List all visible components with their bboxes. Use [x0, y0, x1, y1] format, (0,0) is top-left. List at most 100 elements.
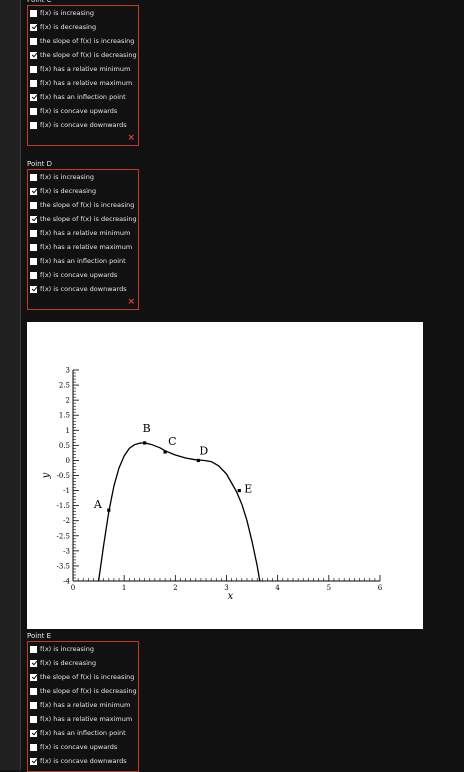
- option-row[interactable]: f(x) is concave downwards: [28, 754, 138, 768]
- x-axis-label: x: [228, 591, 234, 602]
- option-row[interactable]: the slope of f(x) is increasing: [28, 198, 138, 212]
- checkbox-checked[interactable]: [30, 673, 37, 681]
- option-label: f(x) is increasing: [40, 645, 94, 653]
- option-row[interactable]: f(x) has an inflection point: [28, 254, 138, 268]
- x-tick-label: 1: [122, 584, 126, 592]
- x-tick-label: 2: [173, 584, 177, 592]
- option-label: f(x) is concave downwards: [40, 757, 127, 765]
- question-label-2: Point D: [27, 160, 52, 168]
- checkbox[interactable]: [30, 243, 37, 251]
- option-row[interactable]: f(x) is increasing: [28, 6, 138, 20]
- point-label-b: B: [143, 422, 151, 435]
- checkbox-checked[interactable]: [30, 215, 37, 223]
- option-row[interactable]: f(x) is concave upwards: [28, 268, 138, 282]
- checkbox[interactable]: [30, 107, 37, 115]
- left-margin-divider: [20, 0, 21, 770]
- checkbox[interactable]: [30, 121, 37, 129]
- checkbox-checked[interactable]: [30, 757, 37, 765]
- option-label: the slope of f(x) is decreasing: [40, 215, 137, 223]
- question-box-2: f(x) is increasing f(x) is decreasing the …: [27, 169, 139, 310]
- y-tick-label: -0.5: [57, 472, 71, 480]
- checkbox-checked[interactable]: [30, 23, 37, 31]
- checkbox[interactable]: [30, 257, 37, 265]
- option-row[interactable]: f(x) is decreasing: [28, 656, 138, 670]
- option-row[interactable]: f(x) has a relative minimum: [28, 226, 138, 240]
- incorrect-mark-icon: ×: [127, 297, 135, 307]
- option-label: f(x) is increasing: [40, 9, 94, 17]
- point-marker-b: [143, 441, 147, 445]
- option-row[interactable]: f(x) is decreasing: [28, 20, 138, 34]
- point-marker-a: [107, 508, 111, 512]
- option-label: f(x) is concave downwards: [40, 285, 127, 293]
- option-row[interactable]: f(x) has an inflection point: [28, 726, 138, 740]
- checkbox[interactable]: [30, 37, 37, 45]
- x-tick-label: 5: [327, 584, 331, 592]
- option-row[interactable]: f(x) is increasing: [28, 642, 138, 656]
- option-row[interactable]: f(x) has a relative minimum: [28, 698, 138, 712]
- option-row[interactable]: the slope of f(x) is decreasing: [28, 212, 138, 226]
- point-label-d: D: [199, 444, 208, 457]
- checkbox-checked[interactable]: [30, 51, 37, 59]
- checkbox[interactable]: [30, 79, 37, 87]
- option-row[interactable]: f(x) has a relative maximum: [28, 712, 138, 726]
- question-box-1: f(x) is increasing f(x) is decreasing the …: [27, 5, 139, 146]
- option-label: f(x) is concave upwards: [40, 271, 118, 279]
- option-label: f(x) is concave downwards: [40, 121, 127, 129]
- option-label: the slope of f(x) is increasing: [40, 37, 135, 45]
- x-tick-label: 4: [275, 584, 280, 592]
- option-label: the slope of f(x) is increasing: [40, 201, 135, 209]
- option-row[interactable]: f(x) has a relative maximum: [28, 76, 138, 90]
- option-label: f(x) is concave upwards: [40, 107, 118, 115]
- y-tick-label: 0.5: [59, 442, 70, 450]
- option-row[interactable]: f(x) is concave upwards: [28, 740, 138, 754]
- option-row[interactable]: the slope of f(x) is increasing: [28, 670, 138, 684]
- incorrect-mark-icon: ×: [127, 133, 135, 143]
- option-label: f(x) is concave upwards: [40, 743, 118, 751]
- function-curve: [97, 442, 261, 582]
- point-label-a: A: [93, 498, 103, 511]
- option-row[interactable]: the slope of f(x) is increasing: [28, 34, 138, 48]
- checkbox[interactable]: [30, 715, 37, 723]
- checkbox[interactable]: [30, 645, 37, 653]
- option-label: f(x) is decreasing: [40, 187, 97, 195]
- checkbox[interactable]: [30, 9, 37, 17]
- checkbox[interactable]: [30, 743, 37, 751]
- option-row[interactable]: f(x) is increasing: [28, 170, 138, 184]
- y-tick-label: -1.5: [57, 502, 71, 510]
- option-label: f(x) has a relative maximum: [40, 79, 133, 87]
- option-row[interactable]: f(x) has a relative maximum: [28, 240, 138, 254]
- point-marker-d: [196, 458, 200, 463]
- checkbox[interactable]: [30, 65, 37, 73]
- checkbox[interactable]: [30, 229, 37, 237]
- option-row[interactable]: f(x) has a relative minimum: [28, 62, 138, 76]
- point-label-c: C: [168, 435, 176, 448]
- option-label: f(x) has an inflection point: [40, 93, 126, 101]
- option-row[interactable]: the slope of f(x) is decreasing: [28, 684, 138, 698]
- option-row[interactable]: f(x) is concave downwards: [28, 118, 138, 132]
- option-row[interactable]: the slope of f(x) is decreasing: [28, 48, 138, 62]
- checkbox-checked[interactable]: [30, 729, 37, 737]
- checkbox-checked[interactable]: [30, 285, 37, 293]
- y-tick-label: -2.5: [57, 532, 71, 540]
- option-label: f(x) has a relative minimum: [40, 229, 131, 237]
- option-row[interactable]: f(x) is decreasing: [28, 184, 138, 198]
- y-tick-label: 1.5: [59, 412, 70, 420]
- checkbox[interactable]: [30, 201, 37, 209]
- option-label: f(x) has a relative minimum: [40, 701, 131, 709]
- checkbox[interactable]: [30, 271, 37, 279]
- y-tick-label: 0: [66, 457, 70, 465]
- option-label: f(x) has an inflection point: [40, 257, 126, 265]
- checkbox-checked[interactable]: [30, 187, 37, 195]
- checkbox[interactable]: [30, 687, 37, 695]
- y-axis-label: y: [41, 472, 52, 479]
- option-row[interactable]: f(x) is concave downwards: [28, 282, 138, 296]
- point-marker-c: [163, 450, 167, 454]
- checkbox[interactable]: [30, 173, 37, 181]
- y-tick-label: 3: [66, 367, 70, 375]
- checkbox-checked[interactable]: [30, 93, 37, 101]
- option-row[interactable]: f(x) is concave upwards: [28, 104, 138, 118]
- checkbox[interactable]: [30, 701, 37, 709]
- option-label: f(x) has a relative maximum: [40, 715, 133, 723]
- option-row[interactable]: f(x) has an inflection point: [28, 90, 138, 104]
- checkbox-checked[interactable]: [30, 659, 37, 667]
